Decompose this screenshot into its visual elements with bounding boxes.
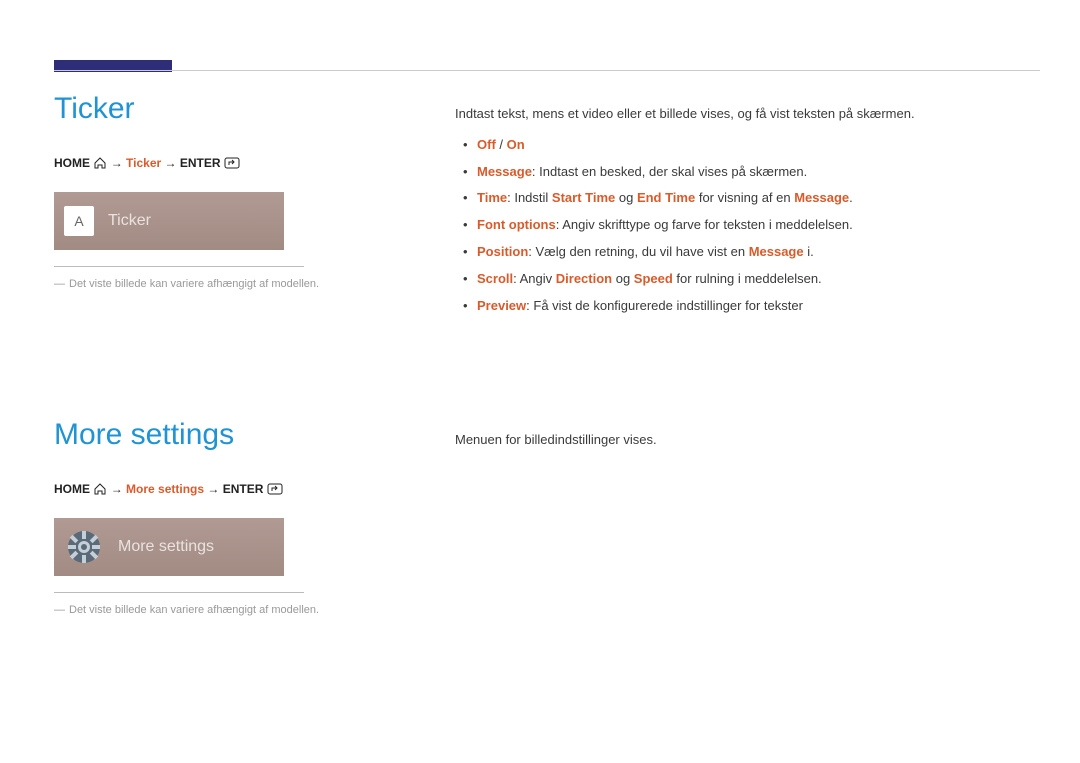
section-title-more: More settings — [54, 418, 384, 452]
text: og — [615, 190, 637, 205]
key-font-options: Font options — [477, 217, 556, 232]
intro-ticker: Indtast tekst, mens et video eller et bi… — [455, 104, 1035, 125]
section-title-ticker: Ticker — [54, 92, 384, 126]
more-settings-tile-label: More settings — [118, 538, 214, 556]
key-message: Message — [477, 164, 532, 179]
enter-icon — [224, 157, 240, 172]
dash-icon: ― — [54, 604, 65, 616]
key-end-time: End Time — [637, 190, 695, 205]
text: . — [849, 190, 853, 205]
text: : Få vist de konfigurerede indstillinger… — [526, 298, 803, 313]
text: : Indtast en besked, der skal vises på s… — [532, 164, 807, 179]
on-label: On — [507, 137, 525, 152]
text: : Vælg den retning, du vil have vist en — [528, 244, 748, 259]
text: : Angiv — [513, 271, 556, 286]
breadcrumb-ticker: HOME → Ticker → ENTER — [54, 156, 384, 172]
bullet-list-ticker: Off / On Message: Indtast en besked, der… — [455, 135, 1035, 317]
arrow-icon: → — [111, 156, 126, 170]
key-message: Message — [794, 190, 849, 205]
section-more-left: More settings HOME → More settings → ENT… — [54, 418, 384, 618]
ticker-tile: A Ticker — [54, 192, 284, 250]
breadcrumb-ticker-label: Ticker — [126, 156, 161, 170]
key-position: Position — [477, 244, 528, 259]
caption-text: Det viste billede kan variere afhængigt … — [69, 278, 319, 290]
divider — [54, 592, 304, 593]
text: : Angiv skrifttype og farve for teksten … — [556, 217, 853, 232]
key-message: Message — [749, 244, 804, 259]
divider — [54, 266, 304, 267]
caption-more: ― Det viste billede kan variere afhængigt… — [54, 603, 384, 618]
section-more-right: Menuen for billedindstillinger vises. — [455, 430, 1035, 461]
list-item: Scroll: Angiv Direction og Speed for rul… — [455, 269, 1035, 290]
text: for visning af en — [695, 190, 794, 205]
breadcrumb-more-label: More settings — [126, 482, 204, 496]
breadcrumb-home: HOME — [54, 156, 90, 170]
text: : Indstil — [507, 190, 552, 205]
section-ticker-left: Ticker HOME → Ticker → ENTER A Ticker ― D… — [54, 92, 384, 292]
text: i. — [804, 244, 814, 259]
caption-text: Det viste billede kan variere afhængigt … — [69, 604, 319, 616]
breadcrumb-enter: ENTER — [223, 482, 264, 496]
breadcrumb-more: HOME → More settings → ENTER — [54, 482, 384, 498]
home-icon — [93, 483, 107, 498]
home-icon — [93, 157, 107, 172]
breadcrumb-enter: ENTER — [180, 156, 221, 170]
arrow-icon: → — [111, 482, 126, 496]
key-time: Time — [477, 190, 507, 205]
key-speed: Speed — [634, 271, 673, 286]
key-start-time: Start Time — [552, 190, 615, 205]
enter-icon — [267, 483, 283, 498]
text: og — [612, 271, 634, 286]
list-item: Message: Indtast en besked, der skal vis… — [455, 162, 1035, 183]
list-item: Off / On — [455, 135, 1035, 156]
breadcrumb-home: HOME — [54, 482, 90, 496]
gear-icon — [64, 527, 104, 567]
more-settings-tile: More settings — [54, 518, 284, 576]
list-item: Position: Vælg den retning, du vil have … — [455, 242, 1035, 263]
key-preview: Preview — [477, 298, 526, 313]
header-rule — [54, 70, 1040, 71]
ticker-badge: A — [64, 206, 94, 236]
caption-ticker: ― Det viste billede kan variere afhængigt… — [54, 277, 384, 292]
key-scroll: Scroll — [477, 271, 513, 286]
list-item: Time: Indstil Start Time og End Time for… — [455, 188, 1035, 209]
intro-more: Menuen for billedindstillinger vises. — [455, 430, 1035, 451]
list-item: Font options: Angiv skrifttype og farve … — [455, 215, 1035, 236]
ticker-tile-label: Ticker — [108, 212, 151, 230]
arrow-icon: → — [165, 156, 180, 170]
section-ticker-right: Indtast tekst, mens et video eller et bi… — [455, 104, 1035, 322]
list-item: Preview: Få vist de konfigurerede indsti… — [455, 296, 1035, 317]
key-direction: Direction — [556, 271, 612, 286]
text: for rulning i meddelelsen. — [673, 271, 822, 286]
slash: / — [496, 137, 507, 152]
off-label: Off — [477, 137, 496, 152]
dash-icon: ― — [54, 278, 65, 290]
arrow-icon: → — [207, 482, 222, 496]
